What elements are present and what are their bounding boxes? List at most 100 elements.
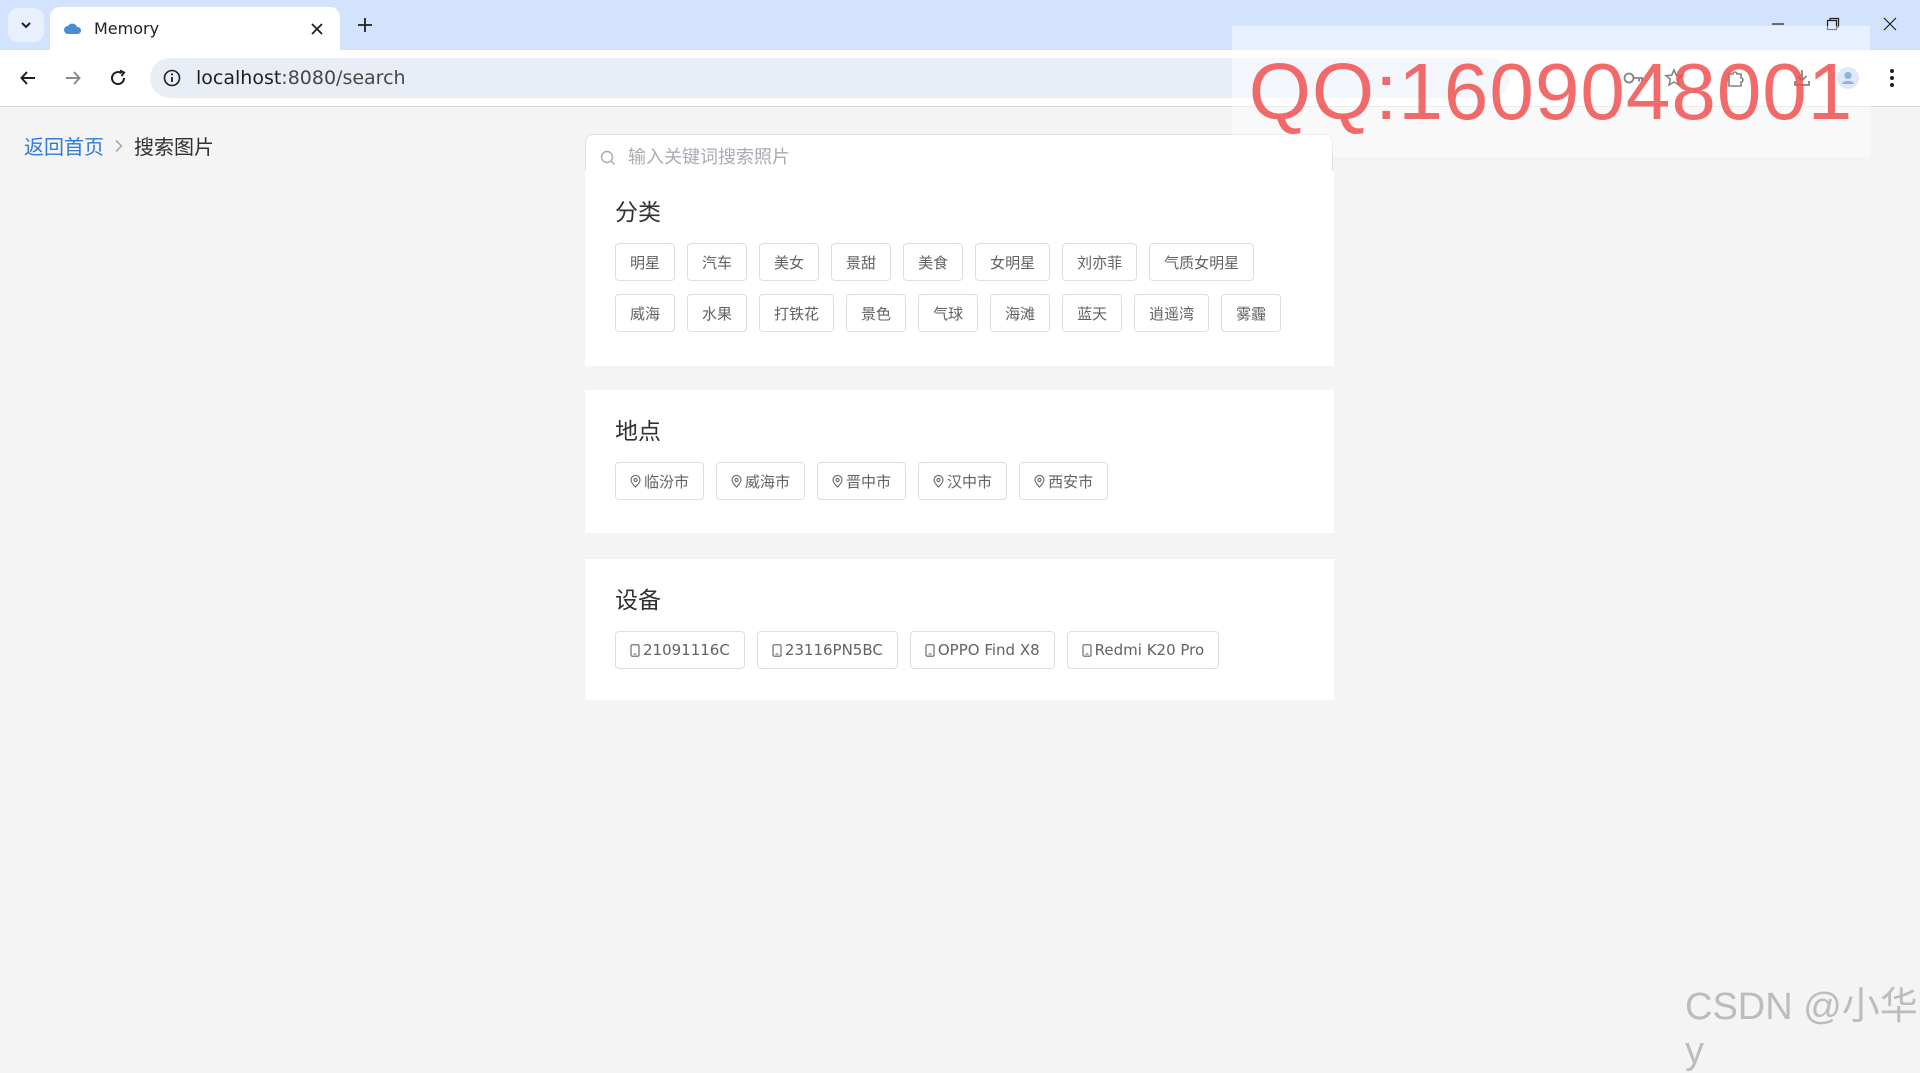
device-card: 设备 21091116C 23116PN5BC OPPO Find X8 Redmi … [585, 559, 1334, 700]
location-tag-label: 汉中市 [947, 472, 993, 491]
category-tag[interactable]: 海滩 [990, 294, 1051, 332]
csdn-watermark: CSDN @小华y [1685, 986, 1918, 1072]
phone-icon [772, 643, 782, 657]
category-tag[interactable]: 打铁花 [759, 294, 835, 332]
category-tag-label: 女明星 [990, 253, 1036, 272]
category-tag[interactable]: 气球 [918, 294, 979, 332]
category-tag[interactable]: 雾霾 [1221, 294, 1282, 332]
category-tag-label: 美女 [774, 253, 805, 272]
reload-button[interactable] [100, 60, 136, 96]
category-tag-label: 水果 [702, 304, 733, 323]
category-tag[interactable]: 威海 [615, 294, 676, 332]
location-tag-list: 临汾市 威海市 晋中市 汉中市 西安市 [615, 462, 1304, 500]
device-tag-label: OPPO Find X8 [937, 641, 1040, 659]
location-pin-icon [630, 474, 641, 488]
device-tag-label: 23116PN5BC [784, 641, 883, 659]
location-tag-label: 西安市 [1048, 472, 1094, 491]
category-tag-label: 气球 [933, 304, 964, 323]
category-title: 分类 [615, 200, 661, 226]
reload-icon [111, 69, 126, 86]
info-icon[interactable] [162, 68, 182, 88]
location-pin-icon [731, 474, 742, 488]
device-tag-list: 21091116C 23116PN5BC OPPO Find X8 Redmi K20… [615, 631, 1304, 669]
category-tag-list: 明星 汽车 美女 景甜 美食 女明星 刘亦菲 气质女明星威海 水果 打铁花 景色 气球 海滩 蓝天 逍遥湾 雾… [615, 243, 1304, 332]
category-tag-label: 威海 [630, 304, 661, 323]
device-tag[interactable]: OPPO Find X8 [909, 631, 1055, 669]
category-tag-label: 逍遥湾 [1149, 304, 1195, 323]
location-tag[interactable]: 西安市 [1019, 462, 1109, 500]
url-path: :8080/search [281, 67, 406, 89]
category-tag[interactable]: 刘亦菲 [1062, 243, 1138, 281]
device-title: 设备 [615, 588, 661, 614]
category-tag[interactable]: 美食 [903, 243, 964, 281]
location-pin-icon [1034, 474, 1045, 488]
category-tag[interactable]: 美女 [759, 243, 820, 281]
search-icon [600, 149, 618, 167]
tab-search-button[interactable] [8, 8, 44, 42]
location-tag-label: 晋中市 [846, 472, 892, 491]
category-card: 分类 明星 汽车 美女 景甜 美食 女明星 刘亦菲 气质女明星威海 水果 打铁花 景色 气球 海滩 蓝天 逍… [585, 171, 1334, 366]
plus-icon [358, 18, 372, 32]
breadcrumb-current: 搜索图片 [134, 135, 214, 159]
device-tag[interactable]: 21091116C [615, 631, 745, 669]
close-window-button[interactable] [1870, 8, 1910, 40]
category-tag[interactable]: 女明星 [975, 243, 1051, 281]
location-title: 地点 [615, 419, 661, 445]
device-tag-label: 21091116C [643, 641, 730, 659]
close-icon [1883, 17, 1897, 31]
qq-watermark-text: QQ:1609048001 [1248, 46, 1854, 136]
url-text: localhost:8080/search [196, 67, 406, 89]
browser-tab[interactable]: Memory [50, 7, 340, 50]
category-tag-label: 蓝天 [1077, 304, 1108, 323]
qq-watermark-overlay: QQ:1609048001 [1232, 26, 1870, 157]
breadcrumb: 返回首页 搜索图片 [24, 131, 214, 160]
location-tag[interactable]: 威海市 [716, 462, 806, 500]
device-tag-label: Redmi K20 Pro [1094, 641, 1205, 659]
url-host: localhost [196, 67, 282, 89]
phone-icon [630, 643, 640, 657]
device-tag[interactable]: 23116PN5BC [756, 631, 898, 669]
arrow-left-icon [20, 71, 35, 85]
category-tag-label: 刘亦菲 [1077, 253, 1123, 272]
category-tag-label: 雾霾 [1236, 304, 1267, 323]
location-pin-icon [832, 474, 843, 488]
category-tag[interactable]: 水果 [687, 294, 748, 332]
category-tag[interactable]: 明星 [615, 243, 676, 281]
arrow-right-icon [66, 71, 81, 85]
device-tag[interactable]: Redmi K20 Pro [1066, 631, 1220, 669]
forward-button[interactable] [55, 60, 91, 96]
category-tag[interactable]: 逍遥湾 [1134, 294, 1210, 332]
page-content: 返回首页 搜索图片 分类 明星 汽车 美女 景甜 美食 女明星 刘亦菲 气质女明星威海 水果 打铁… [0, 107, 1920, 1072]
category-tag[interactable]: 气质女明星 [1149, 243, 1255, 281]
phone-icon [925, 643, 935, 657]
category-tag-label: 明星 [630, 253, 661, 272]
category-tag[interactable]: 景甜 [831, 243, 892, 281]
back-button[interactable] [10, 60, 46, 96]
location-tag[interactable]: 晋中市 [817, 462, 907, 500]
search-input[interactable] [626, 146, 1310, 169]
chevron-right-icon [114, 139, 124, 153]
location-card: 地点 临汾市 威海市 晋中市 汉中市 西安市 [585, 390, 1334, 533]
location-tag-label: 威海市 [745, 472, 791, 491]
category-tag[interactable]: 汽车 [687, 243, 748, 281]
category-tag[interactable]: 景色 [846, 294, 907, 332]
phone-icon [1082, 643, 1092, 657]
category-tag-label: 汽车 [702, 253, 733, 272]
chevron-down-icon [21, 22, 31, 29]
more-vertical-icon [1890, 69, 1894, 87]
browser-menu-button[interactable] [1878, 64, 1906, 92]
location-pin-icon [933, 474, 944, 488]
tab-close-button[interactable] [304, 16, 330, 42]
category-tag-label: 气质女明星 [1164, 253, 1240, 272]
cloud-icon [64, 20, 82, 38]
category-tag-label: 景甜 [846, 253, 877, 272]
category-tag-label: 打铁花 [774, 304, 820, 323]
close-icon [311, 22, 323, 35]
location-tag[interactable]: 临汾市 [615, 462, 705, 500]
breadcrumb-home-link[interactable]: 返回首页 [24, 131, 104, 160]
category-tag[interactable]: 蓝天 [1062, 294, 1123, 332]
new-tab-button[interactable] [350, 10, 380, 40]
category-tag-label: 美食 [918, 253, 949, 272]
location-tag[interactable]: 汉中市 [918, 462, 1008, 500]
location-tag-label: 临汾市 [644, 472, 690, 491]
